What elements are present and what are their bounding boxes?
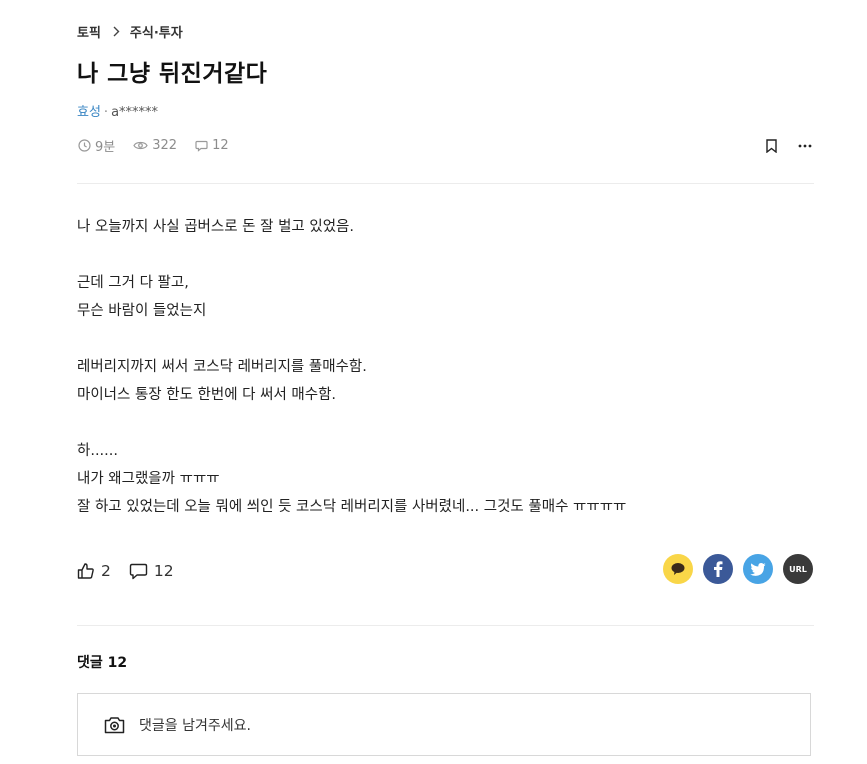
post-body-line: 내가 왜그랬을까 ㅠㅠㅠ	[77, 471, 220, 487]
breadcrumb: 토픽 주식·투자	[77, 22, 183, 41]
post-page: 토픽 주식·투자 나 그냥 뒤진거같다 효성 · a****** 9분 322 12	[0, 0, 867, 764]
post-body-line: 무슨 바람이 들었는지	[77, 303, 207, 319]
reactions-bar: 2 12	[77, 562, 192, 580]
share-url-button[interactable]: URL	[783, 554, 813, 584]
bookmark-button[interactable]	[761, 136, 781, 156]
reactions-divider	[77, 625, 814, 626]
post-meta: 9분 322 12	[78, 136, 247, 155]
post-body-line: 하......	[77, 443, 118, 459]
post-actions	[747, 136, 815, 156]
post-body-line: 근데 그거 다 팔고,	[77, 275, 189, 291]
post-body-line	[77, 409, 814, 437]
like-count: 2	[101, 562, 111, 580]
post-time: 9분	[78, 136, 115, 155]
share-twitter-button[interactable]	[743, 554, 773, 584]
speech-bubble-icon	[129, 563, 148, 579]
kakaotalk-icon	[671, 563, 685, 575]
post-body-line	[77, 325, 814, 353]
author-info: 효성 · a******	[77, 101, 158, 120]
author-company[interactable]: 효성	[77, 105, 101, 120]
post-body-line	[77, 241, 814, 269]
like-button[interactable]: 2	[77, 562, 111, 580]
post-time-text: 9분	[95, 140, 116, 155]
share-buttons: URL	[653, 554, 813, 584]
eye-icon	[133, 141, 148, 150]
more-options-button[interactable]	[795, 136, 815, 156]
post-views-count: 322	[152, 138, 178, 153]
speech-bubble-icon	[195, 140, 208, 152]
post-comment-count: 12	[195, 138, 229, 153]
post-body: 나 오늘까지 사실 곱버스로 돈 잘 벌고 있었음. 근데 그거 다 팔고, 무…	[77, 213, 814, 521]
author-nickname: a******	[111, 105, 159, 120]
facebook-icon	[714, 561, 723, 577]
post-title: 나 그냥 뒤진거같다	[77, 61, 268, 87]
twitter-icon	[750, 562, 766, 576]
camera-icon[interactable]	[104, 716, 125, 734]
post-body-line: 레버리지까지 써서 코스닥 레버리지를 풀매수함.	[77, 359, 367, 375]
comment-placeholder: 댓글을 남겨주세요.	[139, 717, 251, 734]
post-body-line: 잘 하고 있었는데 오늘 뭐에 씌인 듯 코스닥 레버리지를 사버렸네... 그…	[77, 499, 627, 515]
more-horizontal-icon	[798, 144, 812, 148]
chevron-right-icon	[113, 26, 120, 37]
share-kakao-button[interactable]	[663, 554, 693, 584]
share-facebook-button[interactable]	[703, 554, 733, 584]
thumbs-up-icon	[77, 563, 94, 579]
comment-input[interactable]: 댓글을 남겨주세요.	[77, 693, 811, 756]
post-body-line: 나 오늘까지 사실 곱버스로 돈 잘 벌고 있었음.	[77, 219, 354, 235]
post-comment-count-text: 12	[212, 138, 229, 153]
clock-icon	[78, 139, 91, 152]
separator-dot: ·	[103, 105, 109, 120]
comments-heading: 댓글 12	[77, 655, 128, 671]
reaction-comment-count: 12	[153, 562, 174, 580]
breadcrumb-category-link[interactable]: 주식·투자	[130, 22, 183, 41]
post-views: 322	[133, 138, 177, 153]
post-body-line: 마이너스 통장 한도 한번에 다 써서 매수함.	[77, 387, 337, 403]
header-divider	[77, 183, 814, 184]
comment-button[interactable]: 12	[129, 562, 174, 580]
breadcrumb-topic-link[interactable]: 토픽	[77, 22, 101, 41]
bookmark-icon	[765, 139, 777, 153]
